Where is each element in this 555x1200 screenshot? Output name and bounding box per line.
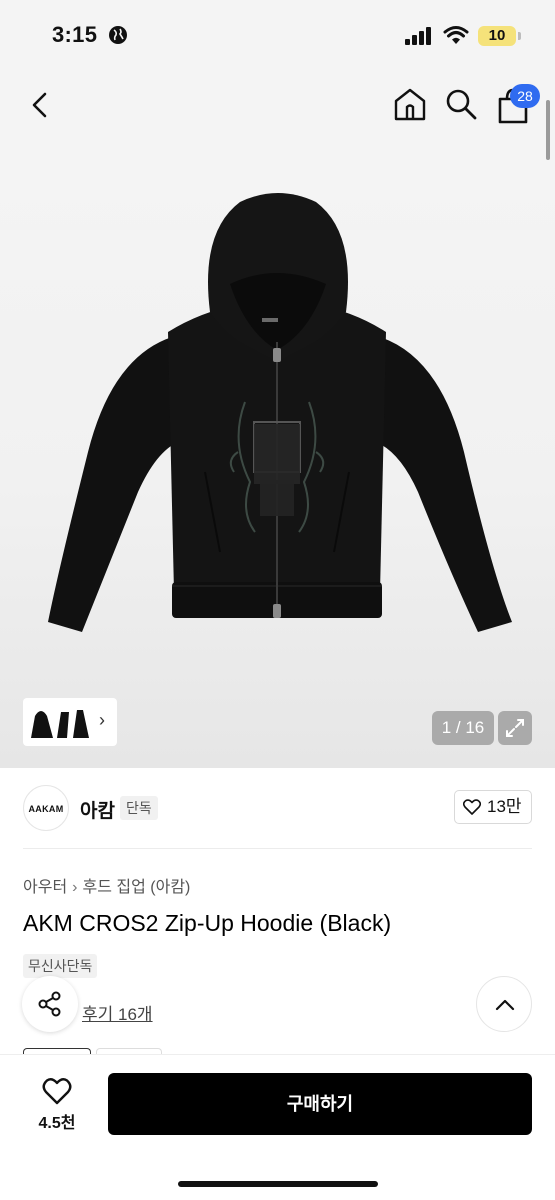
search-icon[interactable] xyxy=(444,86,478,122)
top-nav xyxy=(0,72,555,142)
brand-exclusive-tag: 단독 xyxy=(120,796,158,820)
battery-tip xyxy=(518,32,521,40)
wishlist-count: 4.5천 xyxy=(38,1115,76,1132)
buy-button[interactable]: 구매하기 xyxy=(108,1073,532,1135)
chevron-right-icon: › xyxy=(72,879,78,896)
battery-icon: 10 xyxy=(478,26,516,46)
section-divider xyxy=(23,848,532,849)
wifi-icon xyxy=(443,26,469,44)
exclusive-badge: 무신사단독 xyxy=(23,954,98,978)
expand-button[interactable] xyxy=(498,711,532,745)
scroll-to-top-button[interactable] xyxy=(476,976,532,1032)
home-indicator xyxy=(178,1181,378,1187)
bottom-action-bar: 4.5천 구매하기 xyxy=(0,1054,555,1200)
breadcrumb-item-hoodie[interactable]: 후드 집업 (아캄) xyxy=(83,873,191,897)
brand-logo[interactable]: AAKAM xyxy=(23,785,69,831)
heart-icon xyxy=(463,799,481,815)
breadcrumb-item-outer[interactable]: 아우터 xyxy=(23,873,67,897)
globe-icon xyxy=(109,26,127,44)
product-title: AKM CROS2 Zip-Up Hoodie (Black) xyxy=(23,910,392,936)
brand-like-count: 13만 xyxy=(487,797,522,816)
hoodie-product-image xyxy=(48,193,512,632)
expand-icon xyxy=(506,719,524,737)
battery-level: 10 xyxy=(488,27,506,44)
cart-count-badge: 28 xyxy=(510,84,540,108)
review-count-link[interactable]: 후기 16개 xyxy=(82,1000,153,1025)
share-icon xyxy=(38,991,61,1017)
brand-name[interactable]: 아캄 xyxy=(80,796,115,823)
wishlist-button[interactable]: 4.5천 xyxy=(22,1073,92,1139)
home-icon[interactable] xyxy=(392,86,428,122)
chevron-up-icon xyxy=(495,999,515,1011)
signal-icon xyxy=(405,27,431,45)
breadcrumb: 아우터 › 후드 집업 (아캄) xyxy=(23,873,190,897)
page-counter: 1 / 16 xyxy=(432,711,494,745)
back-icon[interactable] xyxy=(24,88,58,122)
thumbnail-images xyxy=(31,710,89,738)
page-scrollbar[interactable] xyxy=(546,100,550,160)
heart-icon xyxy=(42,1078,72,1105)
status-bar: 3:15 10 xyxy=(0,0,555,72)
product-image-gallery[interactable]: › 1 / 16 xyxy=(0,142,555,768)
thumbnail-next-arrow[interactable]: › xyxy=(99,710,105,731)
share-button[interactable] xyxy=(22,976,78,1032)
status-time: 3:15 xyxy=(52,22,98,47)
brand-row: AAKAM 아캄 단독 13만 xyxy=(0,768,555,848)
brand-like-button[interactable]: 13만 xyxy=(454,790,532,824)
